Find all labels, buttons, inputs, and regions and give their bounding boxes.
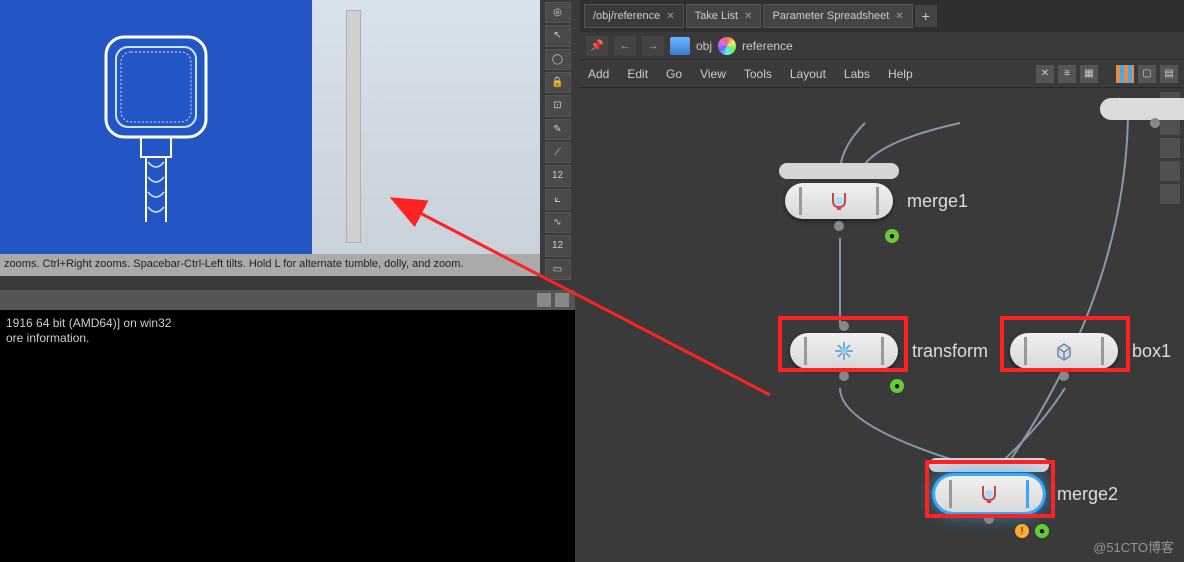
geo-node-icon[interactable] — [718, 37, 736, 55]
add-tab-button[interactable]: + — [915, 5, 937, 27]
watermark: @51CTO博客 — [1093, 537, 1174, 556]
viewport-toolbar: ◎ ↖ ◯ 🔒 ⊡ ✎ ⟋ 12 ⟀ ∿ 12 ▭ — [540, 0, 575, 280]
partial-node[interactable] — [1100, 98, 1184, 120]
node-label: merge2 — [1057, 484, 1118, 505]
annotation-box-box — [1000, 316, 1130, 372]
warning-flag-icon[interactable]: ! — [1015, 524, 1029, 538]
lasso-tool-icon[interactable]: ◯ — [545, 49, 571, 70]
viewport-3d[interactable]: zooms. Ctrl+Right zooms. Spacebar-Ctrl-L… — [0, 0, 540, 275]
tab-take-list[interactable]: Take List✕ — [686, 4, 762, 28]
pin-icon[interactable]: 📌 — [586, 36, 608, 56]
node-label: merge1 — [907, 191, 968, 212]
console-header — [0, 290, 575, 310]
display-flag-icon[interactable]: ● — [885, 229, 899, 243]
expand-icon[interactable]: ▢ — [1138, 65, 1156, 83]
node-output[interactable] — [839, 371, 849, 381]
menu-help[interactable]: Help — [888, 67, 913, 81]
box-geometry — [346, 10, 361, 243]
side-tool-5[interactable] — [1160, 184, 1180, 204]
node-output[interactable] — [1150, 118, 1160, 128]
nav-forward-icon[interactable]: → — [642, 36, 664, 56]
menu-labs[interactable]: Labs — [844, 67, 870, 81]
menu-layout[interactable]: Layout — [790, 67, 826, 81]
lock-icon[interactable]: 🔒 — [545, 72, 571, 93]
network-tabs: /obj/reference✕ Take List✕ Parameter Spr… — [580, 0, 1184, 32]
hammer-blueprint-icon — [86, 27, 226, 227]
close-icon[interactable]: ✕ — [895, 11, 903, 22]
tree-icon[interactable]: ▦ — [1080, 65, 1098, 83]
obj-level-icon[interactable] — [670, 37, 690, 55]
node-label: box1 — [1132, 341, 1171, 362]
palette-icon[interactable] — [1116, 65, 1134, 83]
viewport-status-bar: zooms. Ctrl+Right zooms. Spacebar-Ctrl-L… — [0, 254, 540, 276]
path-node[interactable]: reference — [742, 39, 793, 53]
menu-edit[interactable]: Edit — [627, 67, 648, 81]
camera-icon[interactable]: ◎ — [545, 2, 571, 23]
python-console[interactable]: 1916 64 bit (AMD64)] on win32 ore inform… — [0, 310, 575, 562]
close-icon[interactable]: ✕ — [666, 11, 674, 22]
node-label: transform — [912, 341, 988, 362]
point-size-icon[interactable]: 12 — [545, 165, 571, 186]
face-size-icon[interactable]: 12 — [545, 235, 571, 256]
node-merge1[interactable]: ● merge1 — [785, 183, 968, 219]
nav-back-icon[interactable]: ← — [614, 36, 636, 56]
list-icon[interactable]: ≡ — [1058, 65, 1076, 83]
display-flag-icon[interactable]: ● — [1035, 524, 1049, 538]
reference-image-plane — [0, 0, 312, 254]
tools-icon[interactable]: ✕ — [1036, 65, 1054, 83]
annotation-box-transform — [778, 316, 908, 372]
annotation-box-merge2 — [925, 460, 1055, 518]
node-output[interactable] — [834, 221, 844, 231]
brush-tool-icon[interactable]: ✎ — [545, 119, 571, 140]
side-tool-4[interactable] — [1160, 161, 1180, 181]
menu-go[interactable]: Go — [666, 67, 682, 81]
tab-obj-reference[interactable]: /obj/reference✕ — [584, 4, 684, 28]
network-view[interactable]: ● merge1 ● transform — [580, 88, 1156, 562]
side-tool-3[interactable] — [1160, 138, 1180, 158]
view-icon[interactable]: ▤ — [1160, 65, 1178, 83]
snap-tool-icon[interactable]: ⊡ — [545, 95, 571, 116]
curve-tool-icon[interactable]: ∿ — [545, 212, 571, 233]
menu-tools[interactable]: Tools — [744, 67, 772, 81]
network-menu-bar: Add Edit Go View Tools Layout Labs Help … — [580, 60, 1184, 88]
path-bar: 📌 ← → obj reference — [580, 32, 1184, 60]
select-tool-icon[interactable]: ↖ — [545, 25, 571, 46]
detail-tool-icon[interactable]: ▭ — [545, 259, 571, 280]
multi-input-bar[interactable] — [779, 163, 899, 179]
merge-icon — [827, 189, 851, 213]
path-obj[interactable]: obj — [696, 39, 712, 53]
console-btn-2[interactable] — [555, 293, 569, 307]
tab-parameter-spreadsheet[interactable]: Parameter Spreadsheet✕ — [763, 4, 912, 28]
display-flag-icon[interactable]: ● — [890, 379, 904, 393]
menu-add[interactable]: Add — [588, 67, 609, 81]
edge-tool-icon[interactable]: ⟋ — [545, 142, 571, 163]
menu-view[interactable]: View — [700, 67, 726, 81]
node-output[interactable] — [1059, 371, 1069, 381]
console-btn-1[interactable] — [537, 293, 551, 307]
close-icon[interactable]: ✕ — [744, 11, 752, 22]
measure-tool-icon[interactable]: ⟀ — [545, 189, 571, 210]
